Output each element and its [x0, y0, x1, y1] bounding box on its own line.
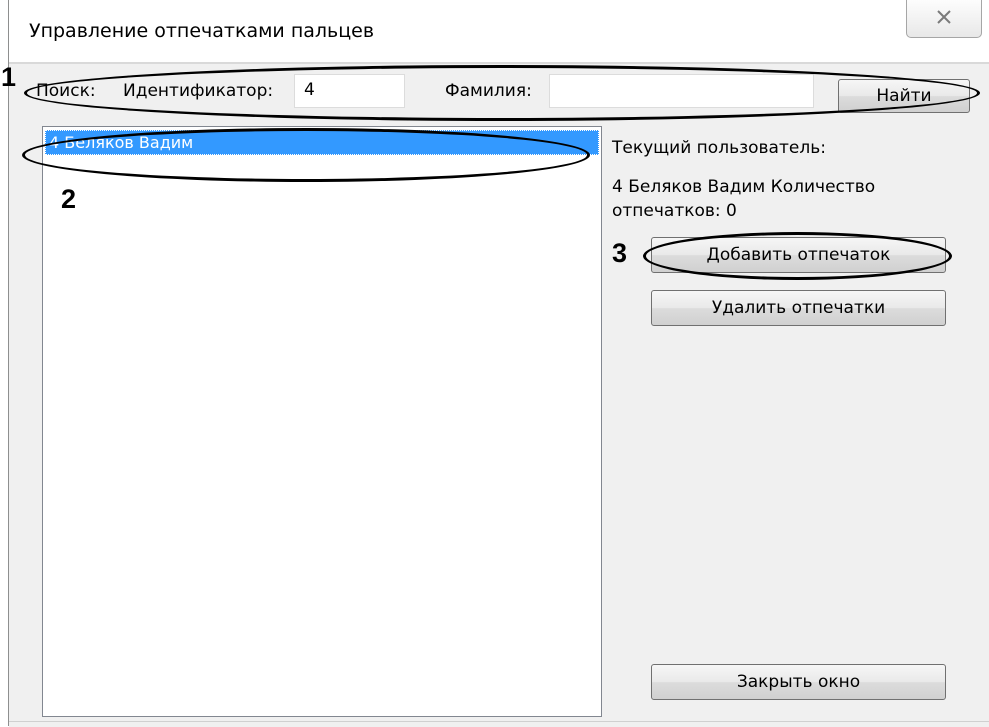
callout-number-3: 3	[612, 238, 628, 268]
list-item[interactable]: 4 Беляков Вадим	[45, 130, 599, 155]
current-user-heading: Текущий пользователь:	[612, 138, 826, 158]
title-bar: Управление отпечатками пальцев	[9, 0, 989, 62]
window-title: Управление отпечатками пальцев	[29, 20, 375, 42]
callout-number-1: 1	[1, 62, 17, 92]
id-input[interactable]: 4	[294, 74, 405, 108]
close-icon	[935, 9, 953, 29]
window-close-button[interactable]	[906, 0, 982, 38]
surname-label: Фамилия:	[445, 81, 532, 101]
fingerprint-dialog: Управление отпечатками пальцев Поиск: Ид…	[8, 0, 989, 727]
frame-divider	[9, 62, 989, 64]
window-bottom-edge	[9, 721, 989, 727]
surname-input[interactable]	[549, 74, 814, 108]
close-window-button[interactable]: Закрыть окно	[651, 664, 946, 700]
id-label: Идентификатор:	[123, 81, 274, 101]
user-list[interactable]: 4 Беляков Вадим	[42, 126, 602, 717]
delete-fingerprints-button[interactable]: Удалить отпечатки	[651, 290, 946, 326]
find-button[interactable]: Найти	[838, 79, 970, 113]
add-fingerprint-button[interactable]: Добавить отпечаток	[651, 237, 946, 273]
callout-number-2: 2	[61, 184, 77, 214]
search-label: Поиск:	[36, 81, 96, 101]
current-user-info: 4 Беляков Вадим Количество отпечатков: 0	[612, 177, 876, 221]
